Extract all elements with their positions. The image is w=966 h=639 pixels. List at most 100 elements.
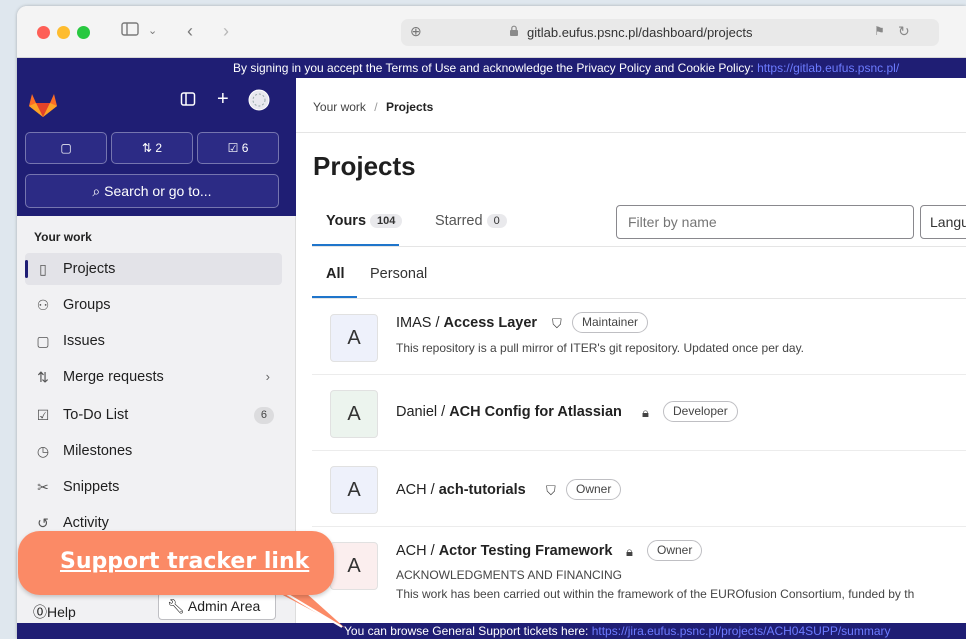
tab-yours[interactable]: Yours 104 [326,213,403,229]
issues-icon: ▢ [60,141,72,155]
subtab-personal[interactable]: Personal [370,266,427,282]
language-select[interactable]: Langu [920,205,966,239]
tab-count: 0 [486,214,507,228]
terms-banner-text: By signing in you accept the Terms of Us… [233,61,754,75]
minimize-window-button[interactable] [57,26,70,39]
collapse-sidebar-icon[interactable] [180,91,196,112]
sidebar-item-issues[interactable]: ▢ Issues [25,325,282,357]
search-label: Search or go to... [104,183,212,199]
milestone-icon: ◷ [36,443,50,459]
project-row[interactable]: A ACH / Actor Testing Framework 🔒︎ Owner… [312,527,966,623]
active-indicator [25,260,28,278]
sidebar-item-label: To-Do List [63,407,129,423]
support-footer-text: You can browse General Support tickets h… [344,624,589,638]
issues-icon: ▢ [36,333,50,349]
project-avatar[interactable]: A [330,542,378,590]
project-title: ach-tutorials [438,482,526,498]
tab-starred[interactable]: Starred 0 [435,213,507,229]
filter-by-name-input[interactable] [616,205,914,239]
lock-icon: 🔒︎ [642,405,649,420]
shield-icon: ⛉ [552,316,562,331]
header-divider [296,132,966,133]
gitlab-logo-icon[interactable] [27,90,59,118]
tab-count: 104 [370,214,403,228]
chevron-down-icon[interactable]: ⌄ [148,20,157,42]
project-name[interactable]: IMAS / Access Layer [396,315,537,331]
terms-banner-link[interactable]: https://gitlab.eufus.psnc.pl/ [757,61,899,75]
address-bar[interactable]: ⊕ gitlab.eufus.psnc.pl/dashboard/project… [401,19,939,46]
subtab-all[interactable]: All [326,266,345,282]
project-avatar[interactable]: A [330,390,378,438]
todo-icon: ☑ [36,407,50,423]
translate-icon[interactable]: ⚑ [874,24,885,38]
zoom-window-button[interactable] [77,26,90,39]
sidebar-item-todo-list[interactable]: ☑ To-Do List 6 [25,399,282,431]
breadcrumb-current[interactable]: Projects [386,100,433,114]
todo-badge: 6 [253,407,274,424]
project-namespace: IMAS / [396,315,444,331]
merge-requests-count: 2 [155,141,163,155]
project-avatar[interactable]: A [330,466,378,514]
project-row[interactable]: A ACH / ach-tutorials ⛉ Owner [312,451,966,527]
back-icon[interactable]: ‹ [187,20,193,42]
todo-count: 6 [241,141,249,155]
project-name[interactable]: ACH / ach-tutorials [396,482,526,498]
group-icon: ⚇ [36,297,50,313]
breadcrumb-parent[interactable]: Your work [313,100,366,114]
sidebar-item-label: Groups [63,297,111,313]
create-new-icon[interactable]: + [217,88,229,111]
todo-counter-button[interactable]: ☑ 6 [197,132,279,164]
sidebar-item-merge-requests[interactable]: ⇅ Merge requests › [25,361,282,393]
project-avatar[interactable]: A [330,314,378,362]
admin-area-label: Admin Area [187,598,261,614]
new-tab-icon[interactable]: ⊕ [410,23,422,40]
avatar[interactable] [248,89,270,116]
sidebar-header: + ▢ ⇅ 2 ☑ 6 ⌕ Search or go to... [17,78,296,216]
admin-area-button[interactable]: 🔧︎ Admin Area [158,592,276,620]
forward-icon[interactable]: › [223,20,229,42]
support-tracker-link[interactable]: https://jira.eufus.psnc.pl/projects/ACH0… [592,624,891,638]
tab-label: Yours [326,213,367,229]
project-row[interactable]: A IMAS / Access Layer ⛉ Maintainer This … [312,299,966,375]
role-badge: Developer [663,401,738,422]
lock-icon [510,25,518,36]
support-footer-banner: You can browse General Support tickets h… [17,623,966,639]
project-namespace: ACH / [396,482,439,498]
terms-banner: By signing in you accept the Terms of Us… [17,58,966,78]
sidebar-item-label: Milestones [63,443,133,459]
breadcrumb: Your work / Projects [313,100,434,114]
project-description: This repository is a pull mirror of ITER… [396,341,805,355]
project-title: Actor Testing Framework [438,543,613,559]
project-row[interactable]: A Daniel / ACH Config for Atlassian 🔒︎ D… [312,375,966,451]
sidebar-item-label: Merge requests [63,369,164,385]
close-window-button[interactable] [37,26,50,39]
reload-icon[interactable]: ↻ [898,23,910,40]
project-title: ACH Config for Atlassian [449,404,622,420]
search-button[interactable]: ⌕ Search or go to... [25,174,279,208]
sidebar-item-label: Projects [63,261,116,277]
issues-counter-button[interactable]: ▢ [25,132,107,164]
page-title: Projects [313,151,416,181]
merge-requests-counter-button[interactable]: ⇅ 2 [111,132,193,164]
role-badge: Owner [566,479,622,500]
project-name[interactable]: ACH / Actor Testing Framework [396,543,612,559]
role-badge: Owner [647,540,703,561]
chevron-right-icon: › [265,369,270,384]
project-title: Access Layer [443,315,538,331]
callout-label: Support tracker link [60,549,310,574]
project-description-secondary: This work has been carried out within th… [396,587,915,601]
merge-request-icon: ⇅ [141,141,153,155]
sidebar-item-label: Issues [63,333,105,349]
merge-request-icon: ⇅ [37,369,49,385]
project-description: ACKNOWLEDGMENTS AND FINANCING [396,568,623,582]
wrench-icon: 🔧︎ [167,598,185,614]
sidebar-item-groups[interactable]: ⚇ Groups [25,289,282,321]
search-icon: ⌕ [92,183,101,199]
sidebar-item-snippets[interactable]: ✂ Snippets [25,471,282,503]
sidebar-item-projects[interactable]: ▯ Projects [25,253,282,285]
sidebar-toggle-icon[interactable] [121,20,139,42]
help-button[interactable]: ⓪Help [33,602,76,622]
sidebar-item-milestones[interactable]: ◷ Milestones [25,435,282,467]
main-content: Your work / Projects Projects Yours 104 S… [296,78,966,623]
project-name[interactable]: Daniel / ACH Config for Atlassian [396,404,622,420]
